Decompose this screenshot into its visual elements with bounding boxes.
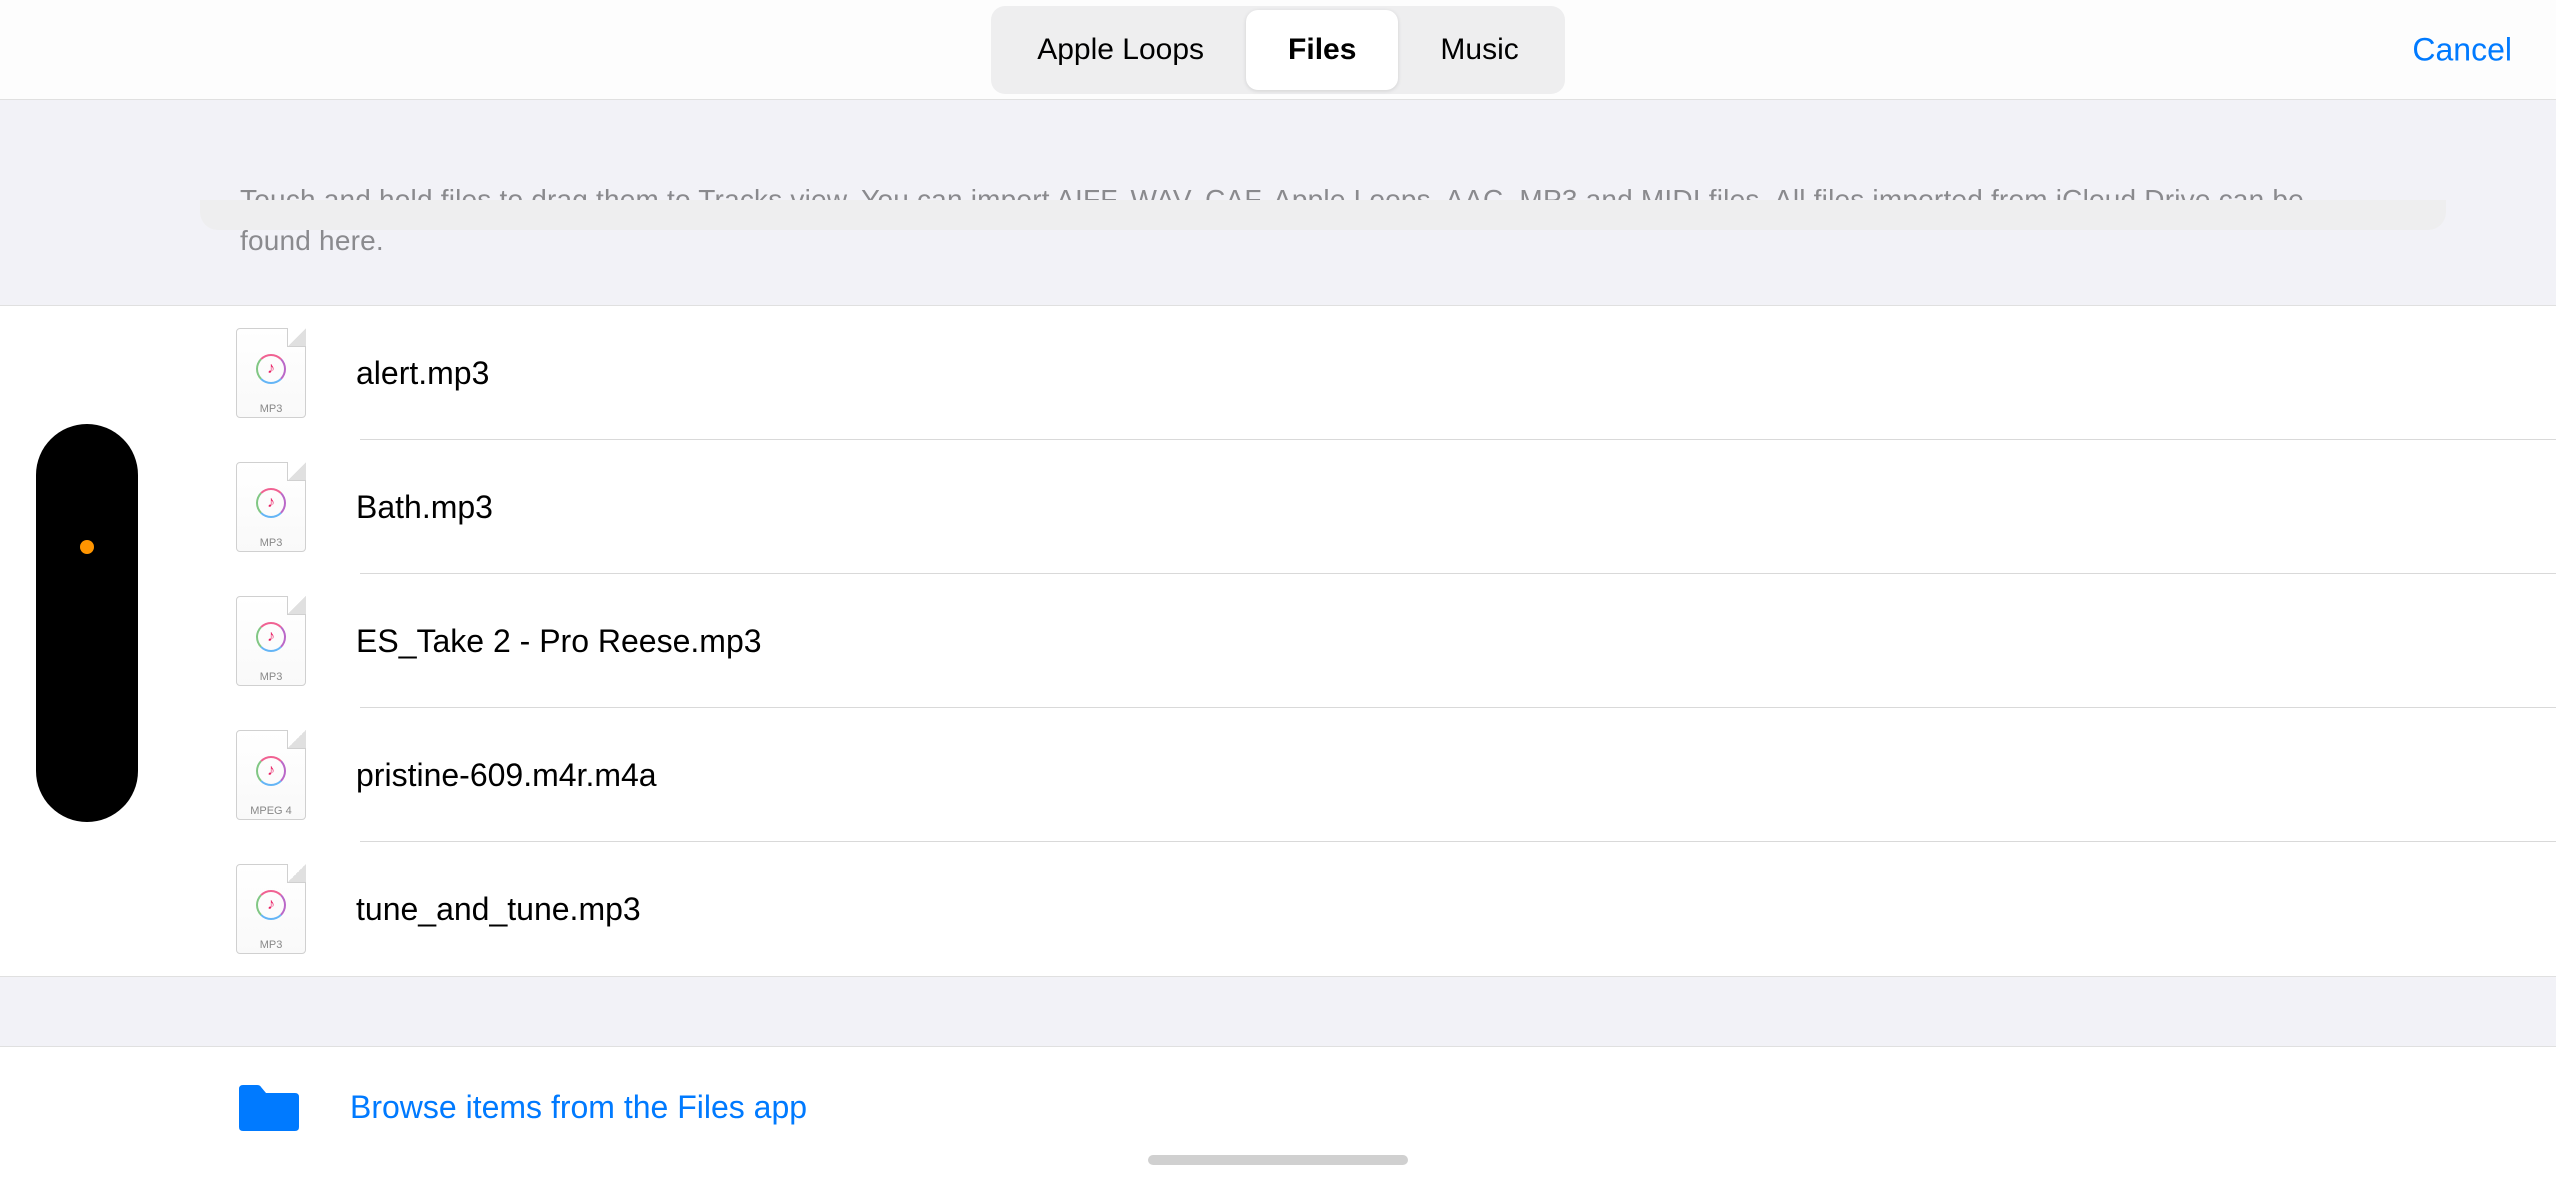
file-type-label: MP3	[237, 537, 305, 549]
file-type-label: MP3	[237, 671, 305, 683]
browse-files-app-button[interactable]: Browse items from the Files app	[0, 1047, 2556, 1167]
browse-files-label: Browse items from the Files app	[350, 1089, 807, 1126]
audio-file-icon: ♪ MP3	[236, 596, 306, 686]
search-field-bottom[interactable]	[200, 200, 2446, 230]
file-type-label: MP3	[237, 939, 305, 951]
source-segmented-control: Apple Loops Files Music	[991, 6, 1565, 94]
info-section: Touch and hold files to drag them to Tra…	[0, 100, 2556, 305]
file-list: ♪ MP3 alert.mp3 ♪ MP3 Bath.mp3 ♪ MP3 ES_…	[0, 305, 2556, 977]
file-row[interactable]: ♪ MP3 tune_and_tune.mp3	[0, 842, 2556, 976]
file-row[interactable]: ♪ MP3 alert.mp3	[0, 306, 2556, 440]
tab-apple-loops[interactable]: Apple Loops	[995, 10, 1246, 90]
file-name: tune_and_tune.mp3	[356, 891, 641, 928]
audio-file-icon: ♪ MP3	[236, 462, 306, 552]
folder-icon	[236, 1081, 302, 1133]
file-type-label: MP3	[237, 403, 305, 415]
file-name: alert.mp3	[356, 355, 489, 392]
file-name: ES_Take 2 - Pro Reese.mp3	[356, 623, 762, 660]
audio-file-icon: ♪ MP3	[236, 864, 306, 954]
header-bar: Apple Loops Files Music Cancel	[0, 0, 2556, 100]
home-indicator[interactable]	[1148, 1155, 1408, 1165]
recording-indicator-dot	[80, 540, 94, 554]
cancel-button[interactable]: Cancel	[2412, 31, 2512, 68]
audio-file-icon: ♪ MP3	[236, 328, 306, 418]
section-spacer	[0, 977, 2556, 1047]
dynamic-island	[36, 424, 138, 822]
file-type-label: MPEG 4	[237, 805, 305, 817]
tab-files[interactable]: Files	[1246, 10, 1398, 90]
file-row[interactable]: ♪ MP3 ES_Take 2 - Pro Reese.mp3	[0, 574, 2556, 708]
audio-file-icon: ♪ MPEG 4	[236, 730, 306, 820]
tab-music[interactable]: Music	[1398, 10, 1560, 90]
file-row[interactable]: ♪ MP3 Bath.mp3	[0, 440, 2556, 574]
file-name: pristine-609.m4r.m4a	[356, 757, 657, 794]
file-name: Bath.mp3	[356, 489, 493, 526]
file-row[interactable]: ♪ MPEG 4 pristine-609.m4r.m4a	[0, 708, 2556, 842]
